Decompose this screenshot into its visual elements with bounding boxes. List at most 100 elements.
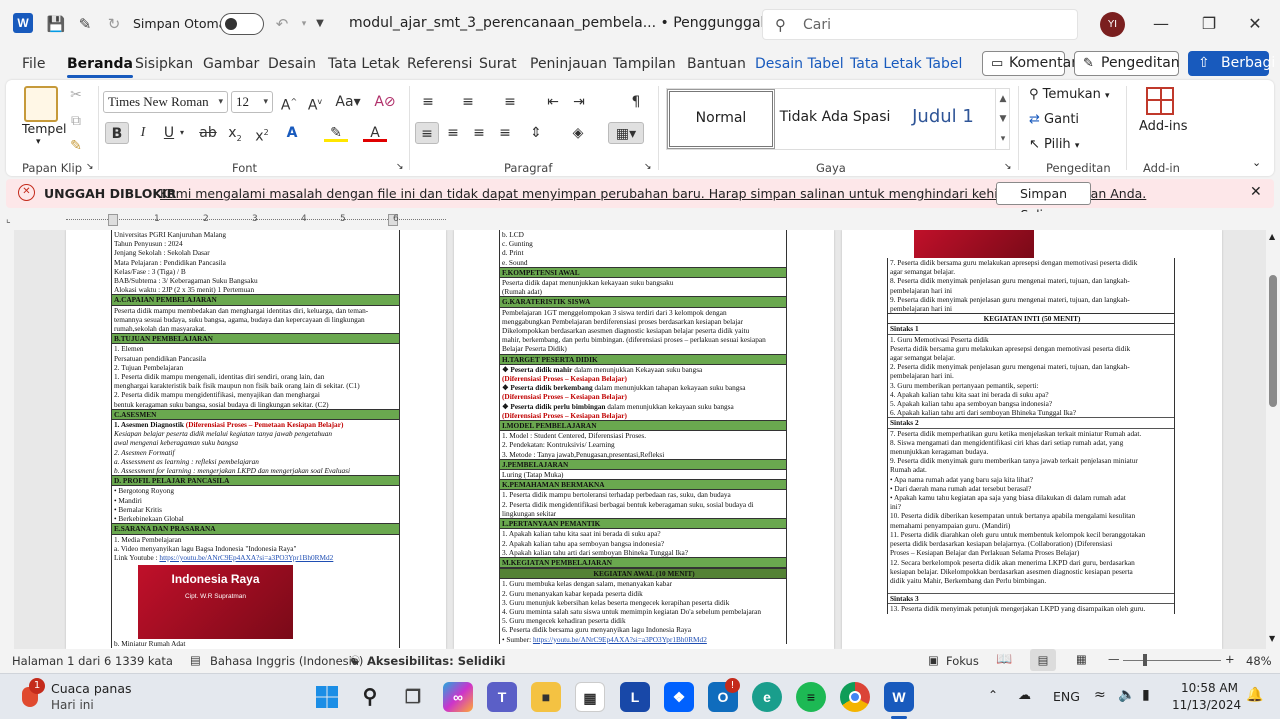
clear-formatting-icon[interactable]: A⊘ bbox=[373, 91, 397, 113]
superscript-button[interactable]: x2 bbox=[250, 122, 274, 145]
page-3[interactable]: 7. Peserta didik bersama guru melakukan … bbox=[842, 230, 1222, 649]
zoom-level[interactable]: 48% bbox=[1246, 654, 1272, 668]
font-name-select[interactable]: Times New Roman ▾ bbox=[103, 91, 228, 113]
tab-stop-icon[interactable]: ⌞ bbox=[6, 214, 11, 225]
word-count[interactable]: 1339 kata bbox=[115, 654, 173, 668]
style-normal[interactable]: Normal bbox=[667, 89, 775, 149]
horizontal-ruler[interactable]: ⌞ 1 2 3 4 5 6 bbox=[0, 212, 1280, 230]
paragraph-launcher-icon[interactable]: ↘ bbox=[644, 162, 652, 172]
web-layout-icon[interactable]: ▦ bbox=[1076, 652, 1087, 666]
copilot-icon[interactable]: ∞ bbox=[443, 682, 473, 712]
align-right-button[interactable]: ≡ bbox=[467, 122, 491, 144]
clock-date[interactable]: 11/13/2024 bbox=[1172, 698, 1241, 712]
clock-time[interactable]: 10:58 AM bbox=[1172, 681, 1238, 695]
minimize-button[interactable]: — bbox=[1146, 12, 1176, 36]
print-layout-icon[interactable]: ▤ bbox=[1030, 649, 1056, 671]
edit-icon[interactable]: ✎ bbox=[75, 14, 95, 34]
tab-mailings[interactable]: Surat bbox=[479, 56, 517, 72]
font-size-select[interactable]: 12 ▾ bbox=[231, 91, 273, 113]
increase-indent-icon[interactable]: ⇥ bbox=[567, 91, 591, 113]
start-button[interactable] bbox=[312, 682, 342, 712]
select-button[interactable]: ↖ Pilih ▾ bbox=[1029, 137, 1079, 152]
tab-file[interactable]: File bbox=[22, 56, 45, 72]
avatar[interactable]: YI bbox=[1100, 12, 1125, 37]
zoom-slider-thumb[interactable] bbox=[1143, 654, 1147, 666]
customize-toolbar-icon[interactable]: ▼ bbox=[310, 14, 330, 34]
zoom-in-icon[interactable]: + bbox=[1225, 652, 1235, 666]
edge-icon[interactable]: e bbox=[752, 682, 782, 712]
tab-design[interactable]: Desain bbox=[268, 56, 316, 72]
store-icon[interactable]: ▦ bbox=[575, 682, 605, 712]
tab-draw[interactable]: Gambar bbox=[203, 56, 259, 72]
zoom-out-icon[interactable]: — bbox=[1108, 652, 1120, 666]
format-painter-icon[interactable]: ✎ bbox=[64, 135, 88, 157]
accessibility-status[interactable]: Aksesibilitas: Selidiki bbox=[367, 654, 505, 668]
chrome-icon[interactable] bbox=[840, 682, 870, 712]
learn-app-icon[interactable]: L bbox=[620, 682, 650, 712]
teams-icon[interactable]: T bbox=[487, 682, 517, 712]
zoom-slider[interactable] bbox=[1123, 660, 1221, 661]
paste-dropdown-icon[interactable]: ▾ bbox=[36, 137, 41, 147]
page-count[interactable]: Halaman 1 dari 6 bbox=[12, 654, 111, 668]
save-copy-button[interactable]: Simpan Salinan bbox=[996, 182, 1091, 222]
weather-title[interactable]: Cuaca panas bbox=[51, 681, 132, 696]
shading-icon[interactable]: ◈ bbox=[566, 122, 590, 144]
bold-button[interactable]: B bbox=[105, 122, 129, 144]
read-mode-icon[interactable]: 📖 bbox=[996, 652, 1012, 667]
styles-launcher-icon[interactable]: ↘ bbox=[1004, 162, 1012, 172]
scroll-up-icon[interactable]: ▲ bbox=[1269, 232, 1275, 241]
borders-icon[interactable]: ▦▾ bbox=[608, 122, 644, 144]
save-icon[interactable]: 💾 bbox=[46, 14, 66, 34]
add-ins-button[interactable]: Add-ins bbox=[1139, 119, 1187, 134]
focus-button[interactable]: Fokus bbox=[946, 654, 979, 668]
subscript-button[interactable]: x2 bbox=[223, 122, 247, 144]
decrease-indent-icon[interactable]: ⇤ bbox=[541, 91, 565, 113]
close-window-button[interactable]: ✕ bbox=[1240, 12, 1270, 36]
find-button[interactable]: ⚲ Temukan ▾ bbox=[1029, 87, 1109, 102]
clipboard-launcher-icon[interactable]: ↘ bbox=[86, 162, 94, 172]
font-launcher-icon[interactable]: ↘ bbox=[396, 162, 404, 172]
cloud-status-icon[interactable]: ☁ bbox=[1018, 688, 1031, 703]
vertical-scrollbar[interactable]: ▲ ▼ bbox=[1266, 230, 1280, 649]
change-case-icon[interactable]: Aa▾ bbox=[332, 91, 364, 113]
strikethrough-button[interactable]: ab bbox=[196, 122, 220, 144]
grow-font-icon[interactable]: A^ bbox=[277, 91, 301, 114]
tab-table-design[interactable]: Desain Tabel bbox=[755, 56, 844, 72]
align-center-button[interactable]: ≡ bbox=[441, 122, 465, 144]
replace-button[interactable]: ⇄ Ganti bbox=[1029, 112, 1079, 127]
language-status[interactable]: Bahasa Inggris (Indonesia) bbox=[210, 654, 363, 668]
collapse-ribbon-icon[interactable]: ⌄ bbox=[1252, 156, 1261, 169]
dismiss-message-icon[interactable]: ✕ bbox=[1250, 184, 1262, 200]
source-link[interactable]: https://youtu.be/ANrC9Ep4AXA?si=a3PO3Ypr… bbox=[533, 635, 707, 644]
tab-help[interactable]: Bantuan bbox=[687, 56, 746, 72]
tab-table-layout[interactable]: Tata Letak Tabel bbox=[850, 56, 962, 72]
left-indent-marker[interactable] bbox=[108, 214, 118, 226]
tab-references[interactable]: Referensi bbox=[407, 56, 472, 72]
editing-mode-button[interactable]: ✎Pengeditan ▾ bbox=[1074, 51, 1180, 93]
maximize-button[interactable]: ❐ bbox=[1194, 12, 1224, 36]
wifi-icon[interactable]: ≈ bbox=[1094, 687, 1106, 703]
tab-view[interactable]: Tampilan bbox=[613, 56, 676, 72]
dropbox-icon[interactable]: ❖ bbox=[664, 682, 694, 712]
italic-button[interactable]: I bbox=[131, 122, 155, 144]
spotify-icon[interactable]: ≡ bbox=[796, 682, 826, 712]
notifications-icon[interactable]: 🔔 bbox=[1246, 687, 1263, 703]
shrink-font-icon[interactable]: Av bbox=[303, 91, 327, 114]
style-heading-1[interactable]: Judul 1 bbox=[895, 89, 991, 149]
scroll-down-icon[interactable]: ▼ bbox=[1269, 634, 1275, 643]
tab-layout[interactable]: Tata Letak bbox=[328, 56, 400, 72]
search-taskbar-icon[interactable]: ⚲ bbox=[355, 682, 385, 712]
comments-button[interactable]: ▭ Komentar bbox=[982, 51, 1077, 76]
paste-button[interactable]: Tempel bbox=[22, 121, 66, 136]
text-effects-icon[interactable]: A bbox=[280, 122, 304, 144]
font-color-icon[interactable]: A bbox=[363, 122, 387, 142]
tab-insert[interactable]: Sisipkan bbox=[135, 56, 193, 72]
align-left-button[interactable]: ≡ bbox=[415, 122, 439, 144]
line-spacing-icon[interactable]: ⇕ bbox=[524, 122, 548, 144]
add-ins-icon[interactable] bbox=[1146, 87, 1174, 115]
multilevel-list-icon[interactable]: ≡ bbox=[498, 91, 522, 113]
share-button[interactable]: ⇧Berbagi ▾ bbox=[1188, 51, 1275, 95]
show-marks-icon[interactable]: ¶ bbox=[624, 91, 648, 113]
cut-icon[interactable]: ✂ bbox=[64, 84, 88, 106]
youtube-link[interactable]: https://youtu.be/ANrC9Ep4AXA?si=a3PO3Ypr… bbox=[159, 553, 333, 562]
